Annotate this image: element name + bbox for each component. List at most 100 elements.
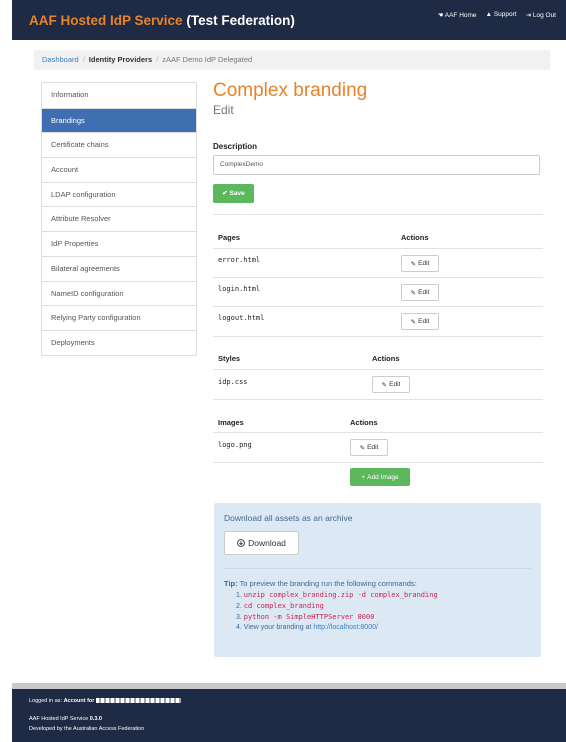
page-file-name: logout.html xyxy=(218,314,265,322)
sidebar-item-attribute-resolver[interactable]: Attribute Resolver xyxy=(42,206,196,231)
table-divider xyxy=(213,369,543,370)
sidebar-item-brandings[interactable]: Brandings xyxy=(42,107,196,133)
sidebar-item-deployments[interactable]: Deployments xyxy=(42,329,196,355)
table-row-divider xyxy=(213,336,543,337)
download-icon xyxy=(237,539,246,547)
list-item: 1. unzip complex_branding.zip -d complex… xyxy=(236,591,438,602)
step-command: python -m SimpleHTTPServer 8000 xyxy=(243,613,375,621)
step-command: cd complex_branding xyxy=(243,602,324,610)
step-number: 2. xyxy=(236,603,242,610)
nav-support-label: Support xyxy=(493,11,517,18)
main-content: Complex branding Edit xyxy=(213,80,543,117)
sidebar-nav: Information Brandings Certificate chains… xyxy=(41,82,197,356)
images-header: Images xyxy=(218,418,244,427)
developed-by: Developed by the Australian Access Feder… xyxy=(29,726,145,732)
nav-logout-link[interactable]: ⇥ Log Out xyxy=(526,11,556,19)
download-panel: Download all assets as an archive Downlo… xyxy=(214,503,541,657)
step-text: View your branding at xyxy=(243,624,314,631)
pages-actions-header: Actions xyxy=(401,233,429,242)
service-version: AAF Hosted IdP Service 0.3.0 xyxy=(29,716,102,722)
description-input[interactable]: ComplexDemo xyxy=(213,155,540,175)
breadcrumb-current: zAAF Demo IdP Delegated xyxy=(162,55,253,64)
tip-body: To preview the branding run the followin… xyxy=(239,579,417,588)
pages-header: Pages xyxy=(218,233,241,242)
breadcrumb-separator: / xyxy=(82,55,85,64)
logged-in-info: Logged in as: Account for xyxy=(29,698,181,704)
service-name: AAF Hosted IdP Service xyxy=(29,716,89,722)
sidebar-item-account[interactable]: Account xyxy=(42,157,196,182)
sidebar-item-bilateral-agreements[interactable]: Bilateral agreements xyxy=(42,255,196,281)
add-image-label: Add Image xyxy=(367,473,399,481)
localhost-link[interactable]: http://localhost:8000/ xyxy=(313,624,378,631)
page-subtitle: Edit xyxy=(213,103,234,117)
nav-home-label: AAF Home xyxy=(444,12,477,19)
redacted-account-name xyxy=(95,698,181,704)
plus-icon: + xyxy=(361,473,366,481)
sidebar-item-information[interactable]: Information xyxy=(42,83,196,108)
list-item: 3. python -m SimpleHTTPServer 8000 xyxy=(236,613,438,624)
edit-icon: ✎ xyxy=(410,260,417,268)
edit-button-label: Edit xyxy=(418,318,430,325)
edit-style-button[interactable]: ✎ Edit xyxy=(372,376,410,393)
breadcrumb-separator: / xyxy=(156,55,159,64)
breadcrumb-dashboard[interactable]: Dashboard xyxy=(42,55,79,64)
sidebar-item-ldap-configuration[interactable]: LDAP configuration xyxy=(42,181,196,207)
table-row-divider xyxy=(213,399,543,400)
edit-button-label: Edit xyxy=(389,381,401,388)
sidebar-item-relying-party-configuration[interactable]: Relying Party configuration xyxy=(42,305,196,330)
edit-page-button[interactable]: ✎ Edit xyxy=(401,313,439,330)
sidebar-item-idp-properties[interactable]: IdP Properties xyxy=(42,231,196,256)
styles-header: Styles xyxy=(218,354,241,363)
description-label: Description xyxy=(213,142,258,151)
nav-logout-label: Log Out xyxy=(532,12,556,19)
nav-home-link[interactable]: ☚ AAF Home xyxy=(437,11,476,19)
panel-divider xyxy=(224,568,531,569)
check-icon: ✔ xyxy=(222,190,228,197)
edit-image-button[interactable]: ✎ Edit xyxy=(350,439,388,456)
app-title-main: AAF Hosted IdP Service xyxy=(29,13,183,28)
step-command: unzip complex_branding.zip -d complex_br… xyxy=(243,591,438,599)
styles-actions-header: Actions xyxy=(372,354,400,363)
edit-button-label: Edit xyxy=(367,444,379,451)
edit-button-label: Edit xyxy=(418,260,430,267)
page-title: Complex branding xyxy=(213,80,368,101)
edit-button-label: Edit xyxy=(418,289,430,296)
save-button-label: Save xyxy=(229,190,245,197)
version-number: 0.3.0 xyxy=(89,716,102,722)
step-number: 1. xyxy=(236,592,242,599)
app-title[interactable]: AAF Hosted IdP Service (Test Federation) xyxy=(29,13,295,28)
logout-icon: ⇥ xyxy=(525,12,532,19)
app-window: AAF Hosted IdP Service (Test Federation)… xyxy=(12,0,566,742)
edit-page-button[interactable]: ✎ Edit xyxy=(401,284,439,301)
download-button[interactable]: Download xyxy=(224,531,299,555)
images-actions-header: Actions xyxy=(350,418,378,427)
top-navbar: AAF Hosted IdP Service (Test Federation)… xyxy=(12,0,566,40)
sidebar-item-certificate-chains[interactable]: Certificate chains xyxy=(42,132,196,157)
breadcrumb: Dashboard / Identity Providers / zAAF Demo I… xyxy=(34,50,550,70)
edit-icon: ✎ xyxy=(410,318,417,326)
tip-text: Tip: To preview the branding run the fol… xyxy=(224,579,417,588)
save-button[interactable]: ✔ Save xyxy=(213,184,254,203)
table-divider xyxy=(213,432,543,433)
edit-icon: ✎ xyxy=(381,381,388,389)
app-title-federation: (Test Federation) xyxy=(186,13,295,28)
step-number: 3. xyxy=(236,614,242,621)
image-file-name: logo.png xyxy=(218,441,252,449)
user-icon: ▲ xyxy=(485,11,492,18)
preview-steps: 1. unzip complex_branding.zip -d complex… xyxy=(236,591,438,635)
table-divider xyxy=(213,248,543,249)
edit-page-button[interactable]: ✎ Edit xyxy=(401,255,439,272)
nav-support-link[interactable]: ▲ Support xyxy=(486,11,517,19)
download-button-label: Download xyxy=(248,538,286,548)
logged-in-prefix: Logged in as: xyxy=(29,698,63,704)
page-file-name: login.html xyxy=(218,285,261,293)
edit-icon: ✎ xyxy=(359,444,366,452)
step-number: 4. xyxy=(236,624,242,631)
add-image-button[interactable]: + Add Image xyxy=(350,468,410,486)
top-nav-links: ☚ AAF Home ▲ Support ⇥ Log Out xyxy=(437,11,556,19)
sidebar-item-nameid-configuration[interactable]: NameID configuration xyxy=(42,280,196,306)
page-file-name: error.html xyxy=(218,256,261,264)
table-row-divider xyxy=(213,462,543,463)
style-file-name: idp.css xyxy=(218,378,248,386)
breadcrumb-identity-providers[interactable]: Identity Providers xyxy=(89,55,152,64)
